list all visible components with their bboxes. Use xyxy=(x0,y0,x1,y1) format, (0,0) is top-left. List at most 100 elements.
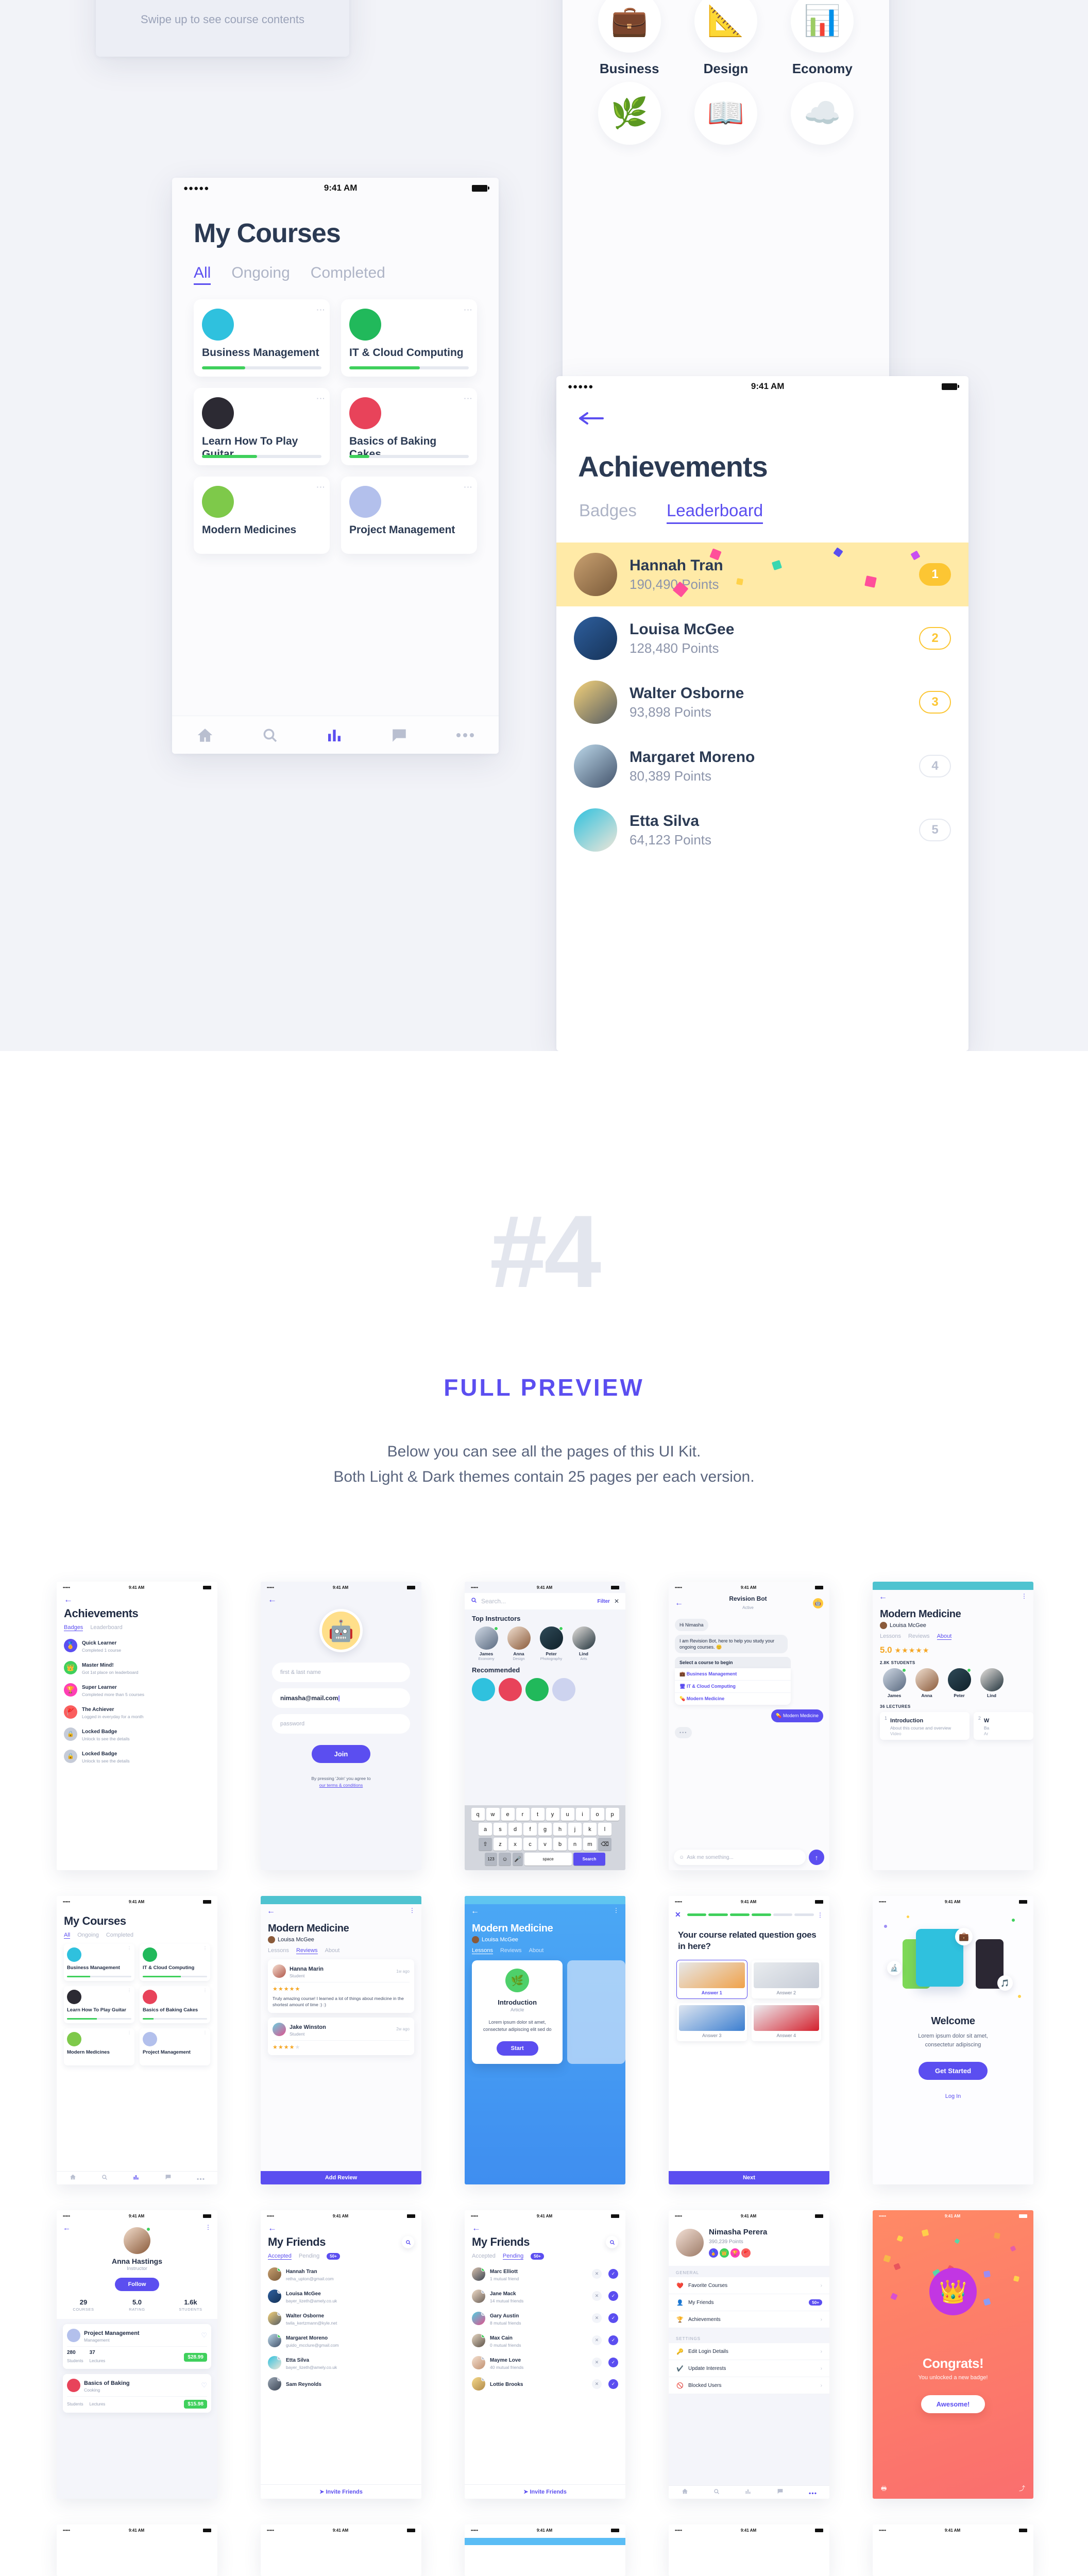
friend-row[interactable]: Margaret Moreno guido_mcclure@gmail.com xyxy=(261,2329,421,2351)
preview-row4-screen-4[interactable]: ••••• 9:41 AM xyxy=(669,2524,829,2576)
back-button[interactable]: ← xyxy=(63,2224,71,2232)
preview-row4-screen-2[interactable]: ••••• 9:41 AM xyxy=(261,2524,421,2576)
key[interactable]: h xyxy=(553,1823,567,1836)
lecture-card[interactable]: 2 W Ba Ar xyxy=(973,1712,1033,1740)
key[interactable]: w xyxy=(486,1808,500,1821)
friend-row[interactable]: Louisa McGee bayer_lizeth@amely.co.uk xyxy=(261,2285,421,2307)
numeric-key[interactable]: 123 xyxy=(485,1853,497,1866)
decline-button[interactable]: ✕ xyxy=(592,2269,602,2279)
terms-line-2[interactable]: our terms & conditions xyxy=(261,1782,421,1789)
more-options-icon[interactable]: ⋮ xyxy=(316,394,326,403)
preview-my-courses-screen[interactable]: ••••• 9:41 AM My Courses All Ongoing Comp… xyxy=(57,1896,217,2184)
start-button[interactable]: Start xyxy=(496,2041,538,2056)
close-icon[interactable]: ✕ xyxy=(614,1598,619,1605)
course-card[interactable]: ⋮ Basics of Baking Cakes xyxy=(140,1986,210,2023)
key[interactable]: g xyxy=(538,1823,552,1836)
tab-completed[interactable]: Completed xyxy=(106,1932,133,1939)
avatar[interactable] xyxy=(676,2229,704,2257)
badge-row[interactable]: 👑 Master Mind! Got 1st place on leaderboar… xyxy=(57,1656,217,1679)
instructor-item[interactable]: Peter Photography xyxy=(537,1626,566,1661)
instructor-item[interactable]: James Economy xyxy=(472,1626,501,1661)
key[interactable]: m xyxy=(583,1838,597,1851)
decline-button[interactable]: ✕ xyxy=(592,2335,602,2345)
more-options-icon[interactable]: ⋮ xyxy=(316,306,326,314)
preview-friends-accepted-screen[interactable]: ••••• 9:41 AM ← My Friends Accepted Pendi… xyxy=(261,2210,421,2499)
leaderboard-row[interactable]: Margaret Moreno 80,389 Points 4 xyxy=(556,734,968,798)
answer-option[interactable]: Answer 4 xyxy=(751,2003,821,2042)
accept-button[interactable]: ✓ xyxy=(608,2291,618,2301)
tab-accepted[interactable]: Accepted xyxy=(268,2253,292,2260)
key[interactable]: i xyxy=(575,1808,589,1821)
setting-row-blocked-users[interactable]: 🚫 Blocked Users › xyxy=(669,2377,829,2394)
tab-reviews[interactable]: Reviews xyxy=(296,1947,318,1954)
key[interactable]: p xyxy=(605,1808,619,1821)
get-started-button[interactable]: Get Started xyxy=(918,2062,988,2080)
accept-button[interactable]: ✓ xyxy=(608,2335,618,2345)
tab-badges[interactable]: Badges xyxy=(579,501,637,524)
more-options-icon[interactable]: ⋮ xyxy=(463,306,473,314)
preview-course-reviews-screen[interactable]: ← ⋮ Modern Medicine Louisa McGee Lessons… xyxy=(261,1896,421,2184)
decline-button[interactable]: ✕ xyxy=(592,2379,602,2389)
login-link[interactable]: Log In xyxy=(873,2093,1033,2099)
preview-welcome-screen[interactable]: ••••• 9:41 AM 💼 🔬 🎵 Welcome Lorem ipsum d… xyxy=(873,1896,1033,2184)
key[interactable]: r xyxy=(516,1808,530,1821)
space-key[interactable]: space xyxy=(524,1853,572,1866)
more-icon[interactable] xyxy=(809,2488,817,2497)
course-card[interactable]: ⋮ Learn How To Play Guitar xyxy=(194,388,330,465)
accept-button[interactable]: ✓ xyxy=(608,2269,618,2279)
preview-course-about-screen[interactable]: ← ⋮ Modern Medicine Louisa McGee Lessons… xyxy=(873,1582,1033,1870)
back-button[interactable]: ← xyxy=(267,1907,275,1916)
more-options-icon[interactable]: ⋮ xyxy=(205,2224,211,2232)
more-options-icon[interactable]: ⋮ xyxy=(127,1988,131,1993)
pending-row[interactable]: Marc Elliott 1 mutual friend ✕ ✓ xyxy=(465,2263,625,2285)
tab-reviews[interactable]: Reviews xyxy=(500,1947,522,1954)
preview-instructor-screen[interactable]: ••••• 9:41 AM ← ⋮ Anna Hastings Instructor… xyxy=(57,2210,217,2499)
student-item[interactable]: Anna xyxy=(912,1668,941,1698)
tab-accepted[interactable]: Accepted xyxy=(472,2253,496,2260)
tab-ongoing[interactable]: Ongoing xyxy=(231,264,290,285)
awesome-button[interactable]: Awesome! xyxy=(921,2395,985,2413)
course-card[interactable]: ⋮ IT & Cloud Computing xyxy=(341,299,477,377)
decline-button[interactable]: ✕ xyxy=(592,2291,602,2301)
course-card[interactable]: ⋮ Basics of Baking Cakes xyxy=(341,388,477,465)
share-icon[interactable]: ⤴ xyxy=(1019,2484,1025,2495)
course-thumbnail[interactable] xyxy=(499,1678,522,1701)
tab-pending[interactable]: Pending xyxy=(502,2253,524,2260)
leaderboard-row[interactable]: Etta Silva 64,123 Points 5 xyxy=(556,798,968,862)
name-input[interactable]: first & last name xyxy=(272,1663,410,1682)
answer-option[interactable]: Answer 1 xyxy=(676,1960,747,1999)
back-button[interactable]: ← xyxy=(261,1593,421,1604)
key[interactable]: d xyxy=(508,1823,522,1836)
back-button[interactable] xyxy=(556,397,968,429)
more-icon[interactable] xyxy=(456,732,474,738)
on-screen-keyboard[interactable]: qwertyuiop asdfghjkl ⇧ z x c v b n m ⌫ 123 ☺ 🎤 spac… xyxy=(465,1805,625,1870)
search-bar[interactable]: Search... Filter ✕ xyxy=(465,1593,625,1609)
course-card[interactable]: ⋮ Modern Medicines xyxy=(194,477,330,554)
preview-row4-screen-3[interactable]: ••••• 9:41 AM xyxy=(465,2524,625,2576)
course-card[interactable]: ⋮ Project Management xyxy=(140,2028,210,2065)
setting-row-update-interests[interactable]: ✔️ Update Interests › xyxy=(669,2360,829,2377)
course-card[interactable]: Project Management Management ♡ 280 Studen… xyxy=(63,2324,211,2369)
more-options-icon[interactable]: ⋮ xyxy=(463,483,473,492)
stats-icon[interactable] xyxy=(326,727,343,743)
back-button[interactable]: ← xyxy=(57,1593,217,1604)
key[interactable]: k xyxy=(583,1823,597,1836)
emoji-icon[interactable]: ☺ xyxy=(679,1855,684,1860)
bot-avatar[interactable]: 🤖 xyxy=(813,1598,823,1608)
student-item[interactable]: Lind xyxy=(977,1668,1006,1698)
key[interactable]: l xyxy=(598,1823,611,1836)
category-item-design[interactable]: 📐 Design xyxy=(677,0,774,77)
answer-option[interactable]: Answer 3 xyxy=(677,2003,747,2042)
setting-row-favorite-courses[interactable]: ❤️ Favorite Courses › xyxy=(669,2277,829,2294)
leaderboard-row[interactable]: Louisa McGee 128,480 Points 2 xyxy=(556,606,968,670)
decline-button[interactable]: ✕ xyxy=(592,2358,602,2367)
invite-friends-button[interactable]: ➤ Invite Friends xyxy=(465,2484,625,2499)
search-icon[interactable] xyxy=(262,727,278,743)
picker-option[interactable]: 🖥 IT & Cloud Computing xyxy=(675,1681,791,1693)
tab-leaderboard[interactable]: Leaderboard xyxy=(666,501,763,524)
key[interactable]: j xyxy=(568,1823,582,1836)
tab-about[interactable]: About xyxy=(529,1947,544,1954)
back-button[interactable]: ← xyxy=(465,2222,625,2232)
next-button[interactable]: Next xyxy=(669,2171,829,2184)
tab-leaderboard[interactable]: Leaderboard xyxy=(90,1624,122,1631)
